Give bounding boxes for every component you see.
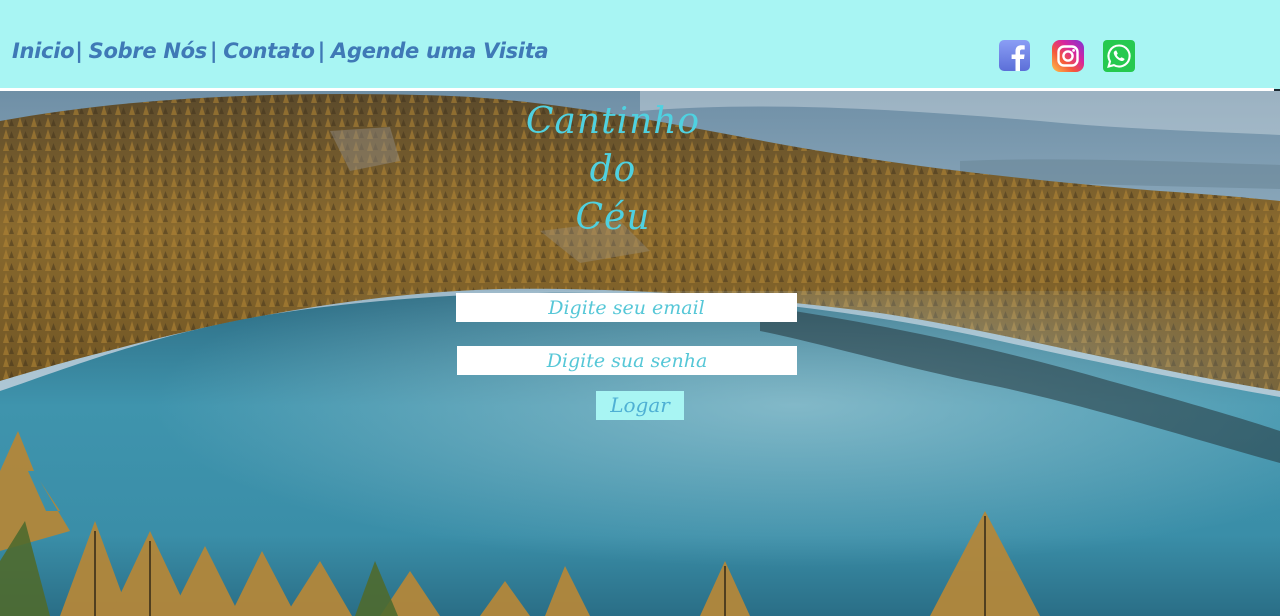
login-button[interactable]: Logar bbox=[596, 391, 684, 420]
email-field[interactable] bbox=[456, 293, 797, 322]
instagram-icon[interactable] bbox=[1052, 40, 1084, 72]
nav-sobre-nos-link[interactable]: Sobre Nós bbox=[89, 39, 208, 63]
site-title-line-1: Cantinho bbox=[525, 101, 701, 142]
nav-agende-visita-link[interactable]: Agende uma Visita bbox=[331, 39, 549, 63]
password-field[interactable] bbox=[457, 346, 797, 375]
nav-separator: | bbox=[75, 39, 83, 63]
site-title-line-2: do bbox=[589, 149, 637, 190]
site-title: Cantinho do Céu bbox=[500, 98, 726, 242]
header-bar: Inicio | Sobre Nós | Contato | Agende um… bbox=[0, 0, 1280, 89]
main-nav: Inicio | Sobre Nós | Contato | Agende um… bbox=[12, 36, 549, 66]
nav-contato-link[interactable]: Contato bbox=[223, 39, 315, 63]
facebook-icon[interactable] bbox=[999, 40, 1030, 71]
nav-inicio-link[interactable]: Inicio bbox=[12, 39, 75, 63]
whatsapp-icon[interactable] bbox=[1103, 40, 1135, 72]
nav-separator: | bbox=[209, 39, 218, 63]
nav-separator: | bbox=[317, 39, 326, 63]
site-title-line-3: Céu bbox=[575, 197, 651, 238]
